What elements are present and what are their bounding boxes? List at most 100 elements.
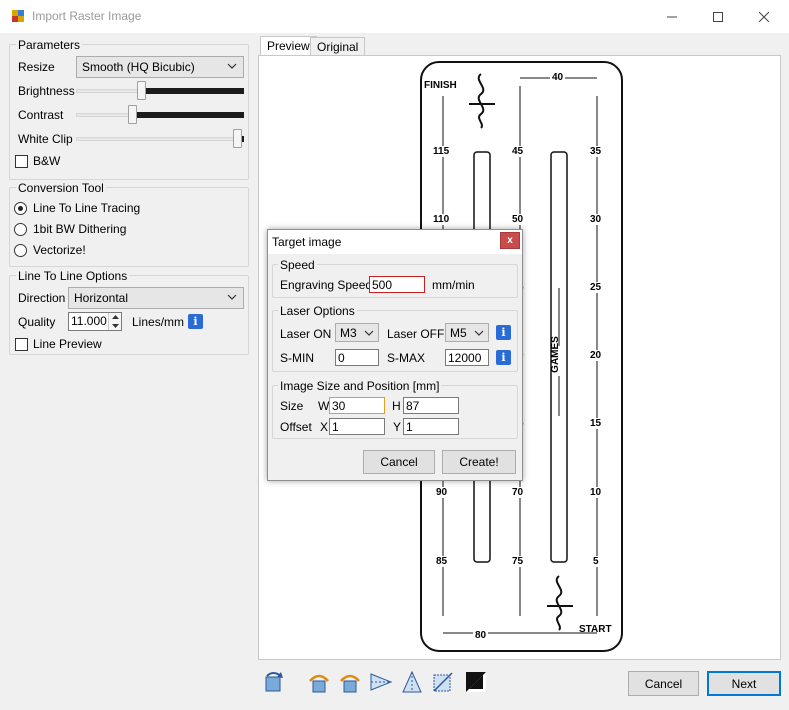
- close-button[interactable]: [741, 0, 787, 33]
- contrast-slider-thumb[interactable]: [128, 105, 137, 124]
- engraving-speed-unit: mm/min: [432, 278, 475, 292]
- crop-icon[interactable]: [430, 669, 456, 695]
- right-number-15: 15: [590, 418, 602, 429]
- bw-label: B&W: [33, 154, 61, 168]
- engraving-speed-input[interactable]: 500: [369, 276, 425, 293]
- direction-label: Direction: [18, 291, 66, 305]
- app-icon: [11, 9, 25, 23]
- dialog-close-button[interactable]: x: [500, 232, 520, 249]
- chevron-down-icon: [227, 63, 237, 69]
- h-label: H: [392, 399, 401, 413]
- w-label: W: [318, 399, 330, 413]
- offset-label: Offset: [280, 420, 312, 434]
- games-label: GAMES: [549, 336, 561, 373]
- laser-group-title: Laser Options: [278, 304, 357, 318]
- close-icon: x: [507, 235, 513, 246]
- smax-input[interactable]: 12000: [445, 349, 489, 366]
- height-value: 87: [406, 399, 420, 413]
- whiteclip-track[interactable]: [76, 137, 244, 141]
- tab-original[interactable]: Original: [310, 37, 366, 56]
- direction-select[interactable]: Horizontal: [68, 287, 244, 309]
- mid-number-75: 75: [512, 556, 524, 567]
- smax-info-icon[interactable]: i: [496, 350, 511, 365]
- bw-checkbox[interactable]: [15, 155, 28, 168]
- option-1bit-dithering-label: 1bit BW Dithering: [33, 222, 127, 236]
- stepper-down-icon: [112, 324, 119, 328]
- right-number-10: 10: [590, 487, 602, 498]
- right-number-35: 35: [590, 146, 602, 157]
- engraving-speed-value: 500: [372, 278, 393, 292]
- dialog-cancel-button[interactable]: Cancel: [363, 450, 435, 474]
- dialog-title: Target image: [272, 235, 342, 249]
- mirror-vertical-icon[interactable]: [399, 669, 425, 695]
- quality-value: 11.000: [71, 314, 107, 328]
- smin-label: S-MIN: [280, 351, 314, 365]
- info-icon[interactable]: i: [188, 314, 203, 329]
- mid-number-70: 70: [512, 487, 524, 498]
- smin-value: 0: [338, 351, 345, 365]
- maximize-button[interactable]: [695, 0, 741, 33]
- resize-select[interactable]: Smooth (HQ Bicubic): [76, 56, 244, 78]
- parameters-title: Parameters: [16, 38, 83, 52]
- right-number-20: 20: [590, 350, 602, 361]
- dialog-create-button[interactable]: Create!: [442, 450, 516, 474]
- radio-line-to-line[interactable]: [14, 202, 27, 215]
- width-value: 30: [332, 399, 346, 413]
- width-input[interactable]: 30: [329, 397, 385, 414]
- size-label: Size: [280, 399, 304, 413]
- close-icon: [759, 11, 769, 22]
- size-group-title: Image Size and Position [mm]: [278, 379, 442, 393]
- smax-value: 12000: [448, 351, 482, 365]
- offset-x-input[interactable]: 1: [329, 418, 385, 435]
- next-button[interactable]: Next: [707, 671, 781, 696]
- start-label: START: [579, 624, 612, 635]
- stepper-up-icon: [112, 315, 119, 319]
- laser-on-label: Laser ON: [280, 327, 332, 341]
- contrast-label: Contrast: [18, 108, 64, 122]
- resize-label: Resize: [18, 60, 55, 74]
- brightness-slider-thumb[interactable]: [137, 81, 146, 100]
- offset-x-value: 1: [332, 420, 339, 434]
- radio-1bit-dithering[interactable]: [14, 223, 27, 236]
- offset-y-input[interactable]: 1: [403, 418, 459, 435]
- resize-value: Smooth (HQ Bicubic): [82, 60, 195, 74]
- offset-y-value: 1: [406, 420, 413, 434]
- cancel-button[interactable]: Cancel: [628, 671, 699, 696]
- top-number: 40: [550, 72, 566, 83]
- smax-label: S-MAX: [387, 351, 426, 365]
- mid-number-45: 45: [512, 146, 524, 157]
- laser-info-icon[interactable]: i: [496, 325, 511, 340]
- dialog-title-bar: Target image x: [268, 230, 522, 254]
- mirror-horizontal-icon[interactable]: [368, 669, 394, 695]
- laser-off-label: Laser OFF: [387, 327, 445, 341]
- rotate-icon[interactable]: [261, 669, 287, 695]
- flip-horizontal-icon[interactable]: [306, 669, 332, 695]
- minimize-icon: [667, 16, 677, 17]
- title-bar: Import Raster Image: [0, 0, 789, 33]
- engraving-speed-label: Engraving Speed: [280, 278, 373, 292]
- minimize-button[interactable]: [649, 0, 695, 33]
- option-line-to-line-label: Line To Line Tracing: [33, 201, 141, 215]
- option-vectorize-label: Vectorize!: [33, 243, 86, 257]
- laser-off-value: M5: [450, 326, 467, 340]
- quality-stepper[interactable]: [108, 313, 121, 330]
- flip-vertical-icon[interactable]: [337, 669, 363, 695]
- laser-off-select[interactable]: M5: [445, 323, 489, 342]
- line-preview-checkbox[interactable]: [15, 338, 28, 351]
- laser-on-select[interactable]: M3: [335, 323, 379, 342]
- brightness-fill: [142, 88, 244, 94]
- whiteclip-slider-thumb[interactable]: [233, 129, 242, 148]
- target-image-dialog: Target image x Speed Engraving Speed 500…: [267, 229, 523, 481]
- tab-preview[interactable]: Preview: [260, 36, 317, 56]
- left-number-85: 85: [436, 556, 448, 567]
- radio-vectorize[interactable]: [14, 244, 27, 257]
- maximize-icon: [713, 11, 723, 22]
- invert-icon[interactable]: [463, 669, 489, 695]
- whiteclip-label: White Clip: [18, 132, 73, 146]
- height-input[interactable]: 87: [403, 397, 459, 414]
- bottom-number: 80: [473, 630, 489, 641]
- quality-unit: Lines/mm: [132, 315, 185, 329]
- right-number-30: 30: [590, 214, 602, 225]
- smin-input[interactable]: 0: [335, 349, 379, 366]
- right-number-5: 5: [593, 556, 599, 567]
